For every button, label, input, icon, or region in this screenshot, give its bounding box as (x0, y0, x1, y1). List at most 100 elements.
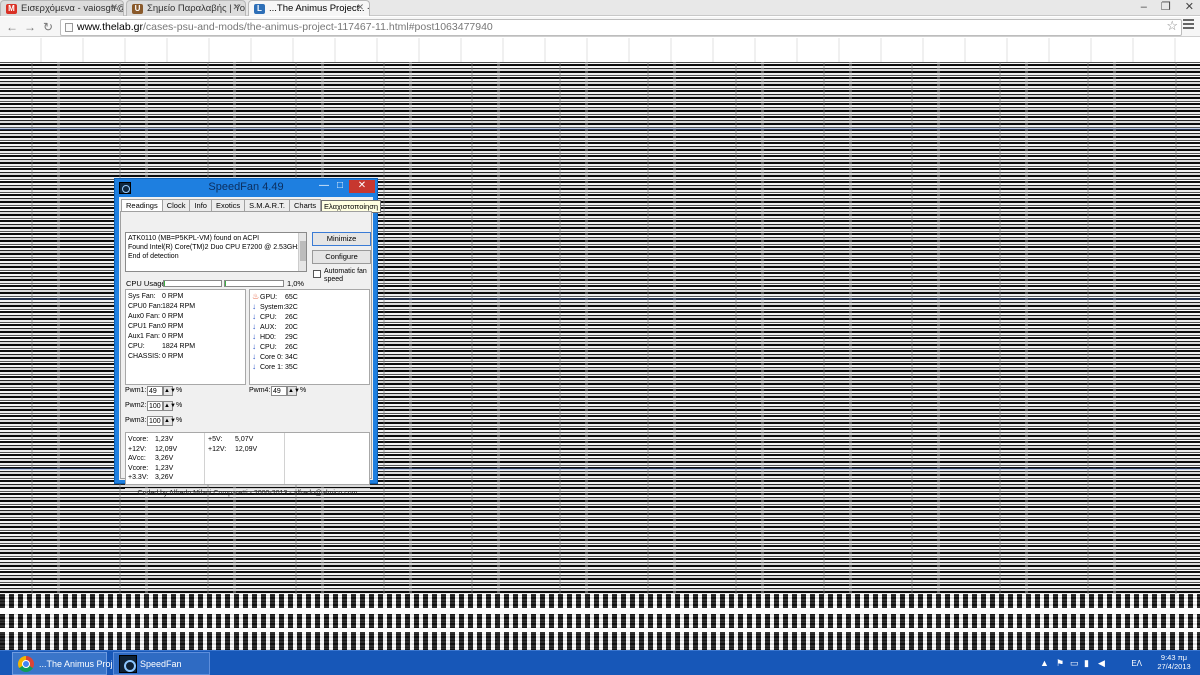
window-controls: – ❐ ✕ (1141, 0, 1194, 14)
pwm-label: Pwm3: (125, 417, 147, 424)
fan-value: 1824 RPM (162, 343, 196, 350)
voltage-row: AVcc: 3,26V (128, 454, 177, 464)
minimize-button[interactable]: Minimize (312, 232, 371, 246)
arrow-down-icon: ↓ (252, 342, 256, 351)
display-icon[interactable]: ▭ (1070, 658, 1079, 669)
pwm2-input[interactable]: 100 (147, 401, 163, 411)
render-artifacts-bottom (0, 594, 1200, 650)
chrome-icon (18, 656, 34, 672)
address-bar[interactable]: www.thelab.gr/cases-psu-and-mods/the-ani… (60, 19, 1182, 36)
spin-arrows-icon[interactable]: ▲▼ (163, 401, 176, 411)
speedfan-window: SpeedFan 4.49 — □ ✕ Readings Clock Info … (114, 178, 382, 497)
voltage-label: +12V: (128, 445, 147, 453)
spin-arrows-icon[interactable]: ▲▼ (163, 386, 176, 396)
pwm1-input[interactable]: 49 (147, 386, 163, 396)
taskbar-item-chrome[interactable]: ...The Animus Proj... (12, 652, 120, 675)
clock-time: 9:43 πμ (1160, 653, 1188, 662)
temp-row: ↓ CPU: 26C (252, 342, 298, 352)
minimize-icon[interactable]: — (317, 180, 331, 193)
voltage-label: +5V: (208, 436, 223, 443)
taskbar-item-label: SpeedFan (140, 659, 182, 669)
detection-log[interactable]: ATK0110 (MB=P5KPL-VM) found on ACPI Foun… (125, 232, 307, 272)
windows-taskbar: ...The Animus Proj... SpeedFan ▲ ⚑ ▭ ▮ ◀… (0, 650, 1200, 675)
fan-value: 0 RPM (162, 353, 184, 360)
taskbar-item-speedfan[interactable]: SpeedFan (113, 652, 210, 675)
tab-pickup[interactable]: U Σημείο Παραλαβής | You ✕ (126, 0, 246, 16)
tab-animus-project[interactable]: L ...The Animus Project.. - P ✕ (248, 0, 370, 16)
pwm3-control: Pwm3: 100 ▲▼% (125, 416, 182, 427)
configure-button[interactable]: Configure (312, 250, 371, 264)
spin-arrows-icon[interactable]: ▲▼ (287, 386, 300, 396)
tab-label: Εισερχόμενα - vaiosgtr@g (21, 3, 124, 14)
page-info-icon[interactable] (65, 23, 73, 32)
cpu-usage-fill (225, 281, 226, 286)
voltage-value: 1,23V (155, 464, 174, 472)
temp-value: 34C (285, 354, 298, 361)
chrome-menu-icon[interactable] (1183, 19, 1194, 29)
pwm4-control: Pwm4: 49 ▲▼% (249, 386, 306, 397)
show-hidden-icons-icon[interactable]: ▲ (1040, 658, 1049, 668)
pwm1-control: Pwm1: 49 ▲▼% (125, 386, 182, 397)
input-language[interactable]: ΕΛ (1131, 659, 1142, 668)
log-line: End of detection (128, 253, 179, 260)
flag-icon[interactable]: ⚑ (1056, 658, 1064, 669)
fan-label: CHASSIS: (128, 353, 161, 360)
fan-row: Aux1 Fan: 0 RPM (128, 332, 183, 342)
network-icon[interactable]: ▮ (1084, 658, 1089, 669)
spin-arrows-icon[interactable]: ▲▼ (163, 416, 176, 426)
arrow-down-icon: ↓ (252, 352, 256, 361)
taskbar-item-label: ...The Animus Proj... (39, 659, 121, 669)
maximize-icon[interactable]: ❐ (1161, 0, 1171, 14)
render-gap (0, 608, 1200, 614)
close-icon[interactable]: ✕ (232, 2, 240, 13)
back-icon[interactable]: ← (4, 19, 20, 35)
voltage-label: AVcc: (128, 455, 146, 462)
tab-label: Σημείο Παραλαβής | You (147, 3, 246, 14)
speedfan-body: Readings Clock Info Exotics S.M.A.R.T. C… (119, 197, 382, 497)
close-icon[interactable]: ✕ (110, 2, 118, 13)
close-icon[interactable]: ✕ (356, 2, 364, 13)
close-icon[interactable]: ✕ (349, 180, 375, 193)
browser-toolbar: ← → ↻ www.thelab.gr/cases-psu-and-mods/t… (0, 17, 1200, 37)
fan-row: CPU: 1824 RPM (128, 342, 195, 352)
clock-date: 27/4/2013 (1157, 662, 1191, 671)
fan-label: Sys Fan: (128, 293, 156, 300)
arrow-down-icon: ↓ (252, 302, 256, 311)
temp-row: ↓ Core 0: 34C (252, 352, 298, 362)
temp-row: ♨GPU: 65C (252, 292, 298, 302)
fan-row: Aux0 Fan: 0 RPM (128, 312, 183, 322)
voltage-row: +12V: 12,09V (208, 445, 257, 455)
reload-icon[interactable]: ↻ (40, 19, 56, 35)
fan-label: Aux1 Fan: (128, 333, 160, 340)
pwm3-input[interactable]: 100 (147, 416, 163, 426)
tab-gmail[interactable]: M Εισερχόμενα - vaiosgtr@g ✕ (0, 0, 124, 16)
log-scrollbar[interactable] (298, 233, 306, 271)
fan-row: CPU1 Fan:0 RPM (128, 322, 183, 332)
temp-value: 29C (285, 334, 298, 341)
minimize-icon[interactable]: – (1141, 0, 1147, 14)
speedfan-title: SpeedFan 4.49 (208, 181, 284, 193)
volume-icon[interactable]: ◀ (1098, 658, 1105, 669)
temp-value: 35C (285, 364, 298, 371)
fan-label: CPU: (128, 343, 145, 350)
url-path: /cases-psu-and-mods/the-animus-project-1… (142, 21, 493, 33)
scroll-thumb[interactable] (300, 241, 306, 261)
automatic-fan-speed-label: Automatic fan speed (324, 268, 367, 283)
pwm2-control: Pwm2: 100 ▲▼% (125, 401, 182, 412)
fan-label: Aux0 Fan: (128, 313, 160, 320)
forward-icon[interactable]: → (22, 19, 38, 35)
maximize-icon[interactable]: □ (333, 180, 347, 193)
voltages-panel: Vcore: 1,23V +12V: 12,09V AVcc: 3,26V Vcore… (125, 432, 370, 485)
automatic-fan-speed-checkbox[interactable] (313, 270, 321, 278)
pwm4-input[interactable]: 49 (271, 386, 287, 396)
voltage-row: Vcore: 1,23V (128, 464, 177, 474)
temp-value: 32C (285, 304, 298, 311)
bookmark-star-icon[interactable]: ☆ (1166, 18, 1178, 34)
close-window-icon[interactable]: ✕ (1185, 0, 1194, 14)
thelab-icon: L (254, 4, 265, 14)
clock[interactable]: 9:43 πμ 27/4/2013 (1154, 653, 1194, 671)
temp-value: 26C (285, 344, 298, 351)
voltage-value: 3,26V (155, 474, 174, 481)
fan-value: 1824 RPM (162, 303, 196, 310)
fan-row: Sys Fan: 0 RPM (128, 292, 183, 302)
